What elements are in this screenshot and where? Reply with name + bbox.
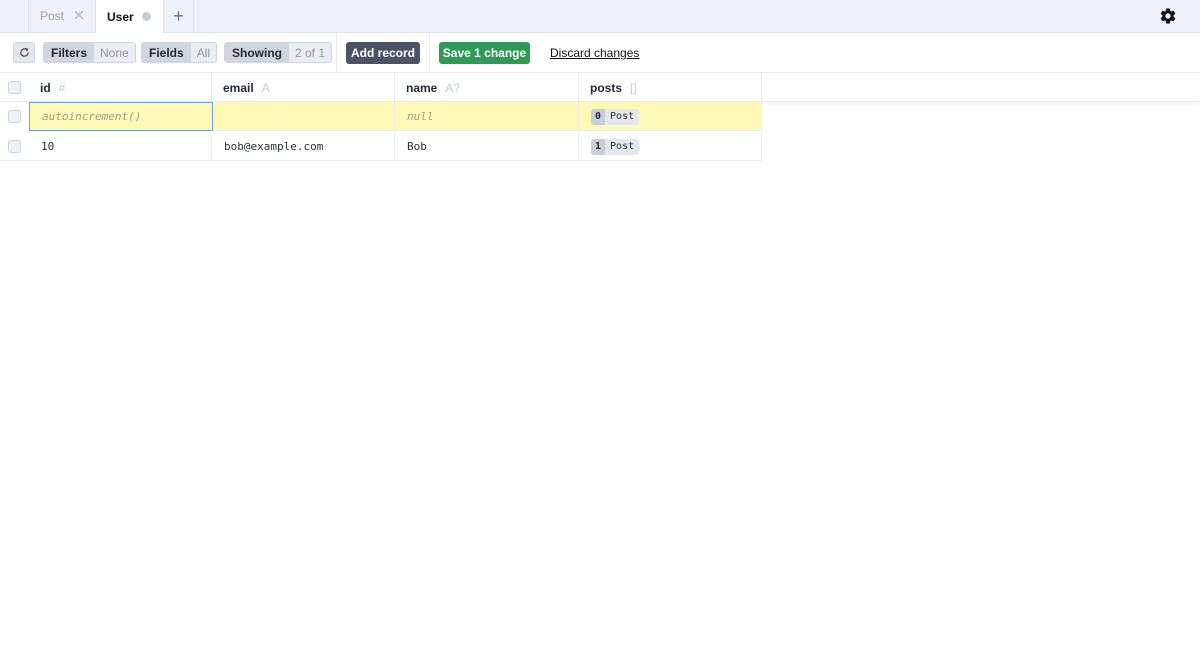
column-type: # bbox=[58, 80, 66, 95]
add-record-button[interactable]: Add record bbox=[346, 42, 420, 64]
relation-model: Post bbox=[605, 138, 640, 155]
cell-posts[interactable]: 0 Post bbox=[579, 102, 762, 131]
cell-id[interactable]: autoincrement() bbox=[29, 102, 213, 131]
showing-label: Showing bbox=[225, 43, 289, 62]
cell-value: null bbox=[407, 110, 434, 123]
column-header-email[interactable]: email A bbox=[212, 73, 395, 102]
tab-user[interactable]: User bbox=[96, 0, 164, 33]
column-name: id bbox=[40, 80, 51, 95]
cell-id[interactable]: 10 bbox=[29, 132, 212, 161]
table-row: autoincrement() null 0 Post bbox=[0, 102, 762, 131]
close-icon[interactable] bbox=[73, 9, 85, 21]
select-all-checkbox[interactable] bbox=[8, 81, 21, 94]
fields-control[interactable]: Fields All bbox=[141, 42, 218, 63]
fields-label: Fields bbox=[142, 43, 191, 62]
column-header-id[interactable]: id # bbox=[29, 73, 212, 102]
cell-email[interactable] bbox=[213, 102, 395, 131]
relation-model: Post bbox=[605, 108, 640, 125]
cell-value: Bob bbox=[407, 140, 427, 153]
add-tab-button[interactable]: + bbox=[164, 0, 194, 32]
relation-count: 0 bbox=[591, 108, 606, 125]
row-select-cell bbox=[0, 132, 29, 161]
cell-value: autoincrement() bbox=[42, 110, 142, 123]
showing-value: 2 of 1 bbox=[289, 43, 332, 62]
filters-label: Filters bbox=[44, 43, 95, 62]
tab-bar-spacer bbox=[0, 0, 29, 32]
column-type: A bbox=[261, 80, 270, 95]
fields-value: All bbox=[190, 43, 217, 62]
refresh-icon bbox=[19, 47, 29, 57]
cell-email[interactable]: bob@example.com bbox=[212, 132, 395, 161]
save-changes-button[interactable]: Save 1 change bbox=[439, 42, 530, 64]
tab-label: User bbox=[107, 9, 134, 24]
column-type: [] bbox=[630, 80, 637, 95]
toolbar-divider bbox=[336, 33, 337, 72]
table-row: 10 bob@example.com Bob 1 Post bbox=[0, 132, 762, 161]
tab-post[interactable]: Post bbox=[29, 0, 96, 32]
tab-bar: Post User + bbox=[0, 0, 1200, 33]
unsaved-dot-icon bbox=[142, 12, 151, 21]
gear-icon[interactable] bbox=[1159, 7, 1177, 25]
cell-name[interactable]: null bbox=[395, 102, 579, 131]
plus-icon: + bbox=[173, 5, 184, 26]
column-name: posts bbox=[590, 80, 623, 95]
cell-value: 10 bbox=[41, 140, 55, 153]
column-name: name bbox=[406, 80, 438, 95]
discard-changes-link[interactable]: Discard changes bbox=[550, 46, 639, 60]
cell-posts[interactable]: 1 Post bbox=[579, 132, 762, 161]
toolbar: Filters None Fields All Showing 2 of 1 A… bbox=[0, 33, 1200, 73]
row-select-cell bbox=[0, 102, 29, 131]
relation-count: 1 bbox=[591, 138, 606, 155]
filters-value: None bbox=[94, 43, 135, 62]
row-checkbox[interactable] bbox=[8, 140, 21, 153]
row-checkbox[interactable] bbox=[8, 110, 21, 123]
showing-control[interactable]: Showing 2 of 1 bbox=[224, 42, 333, 63]
select-all-cell bbox=[0, 73, 29, 102]
column-header-name[interactable]: name A? bbox=[395, 73, 579, 102]
relation-badge[interactable]: 0 Post bbox=[591, 108, 640, 125]
relation-badge[interactable]: 1 Post bbox=[591, 138, 640, 155]
refresh-button[interactable] bbox=[13, 42, 35, 63]
cell-value: bob@example.com bbox=[224, 140, 324, 153]
column-name: email bbox=[223, 80, 254, 95]
column-header-posts[interactable]: posts [] bbox=[579, 73, 762, 102]
toolbar-divider bbox=[429, 33, 430, 72]
cell-name[interactable]: Bob bbox=[395, 132, 579, 161]
table-header: id # email A name A? posts [] bbox=[0, 73, 1200, 102]
filters-control[interactable]: Filters None bbox=[43, 42, 136, 63]
tab-label: Post bbox=[40, 9, 65, 23]
column-type: A? bbox=[445, 80, 461, 95]
